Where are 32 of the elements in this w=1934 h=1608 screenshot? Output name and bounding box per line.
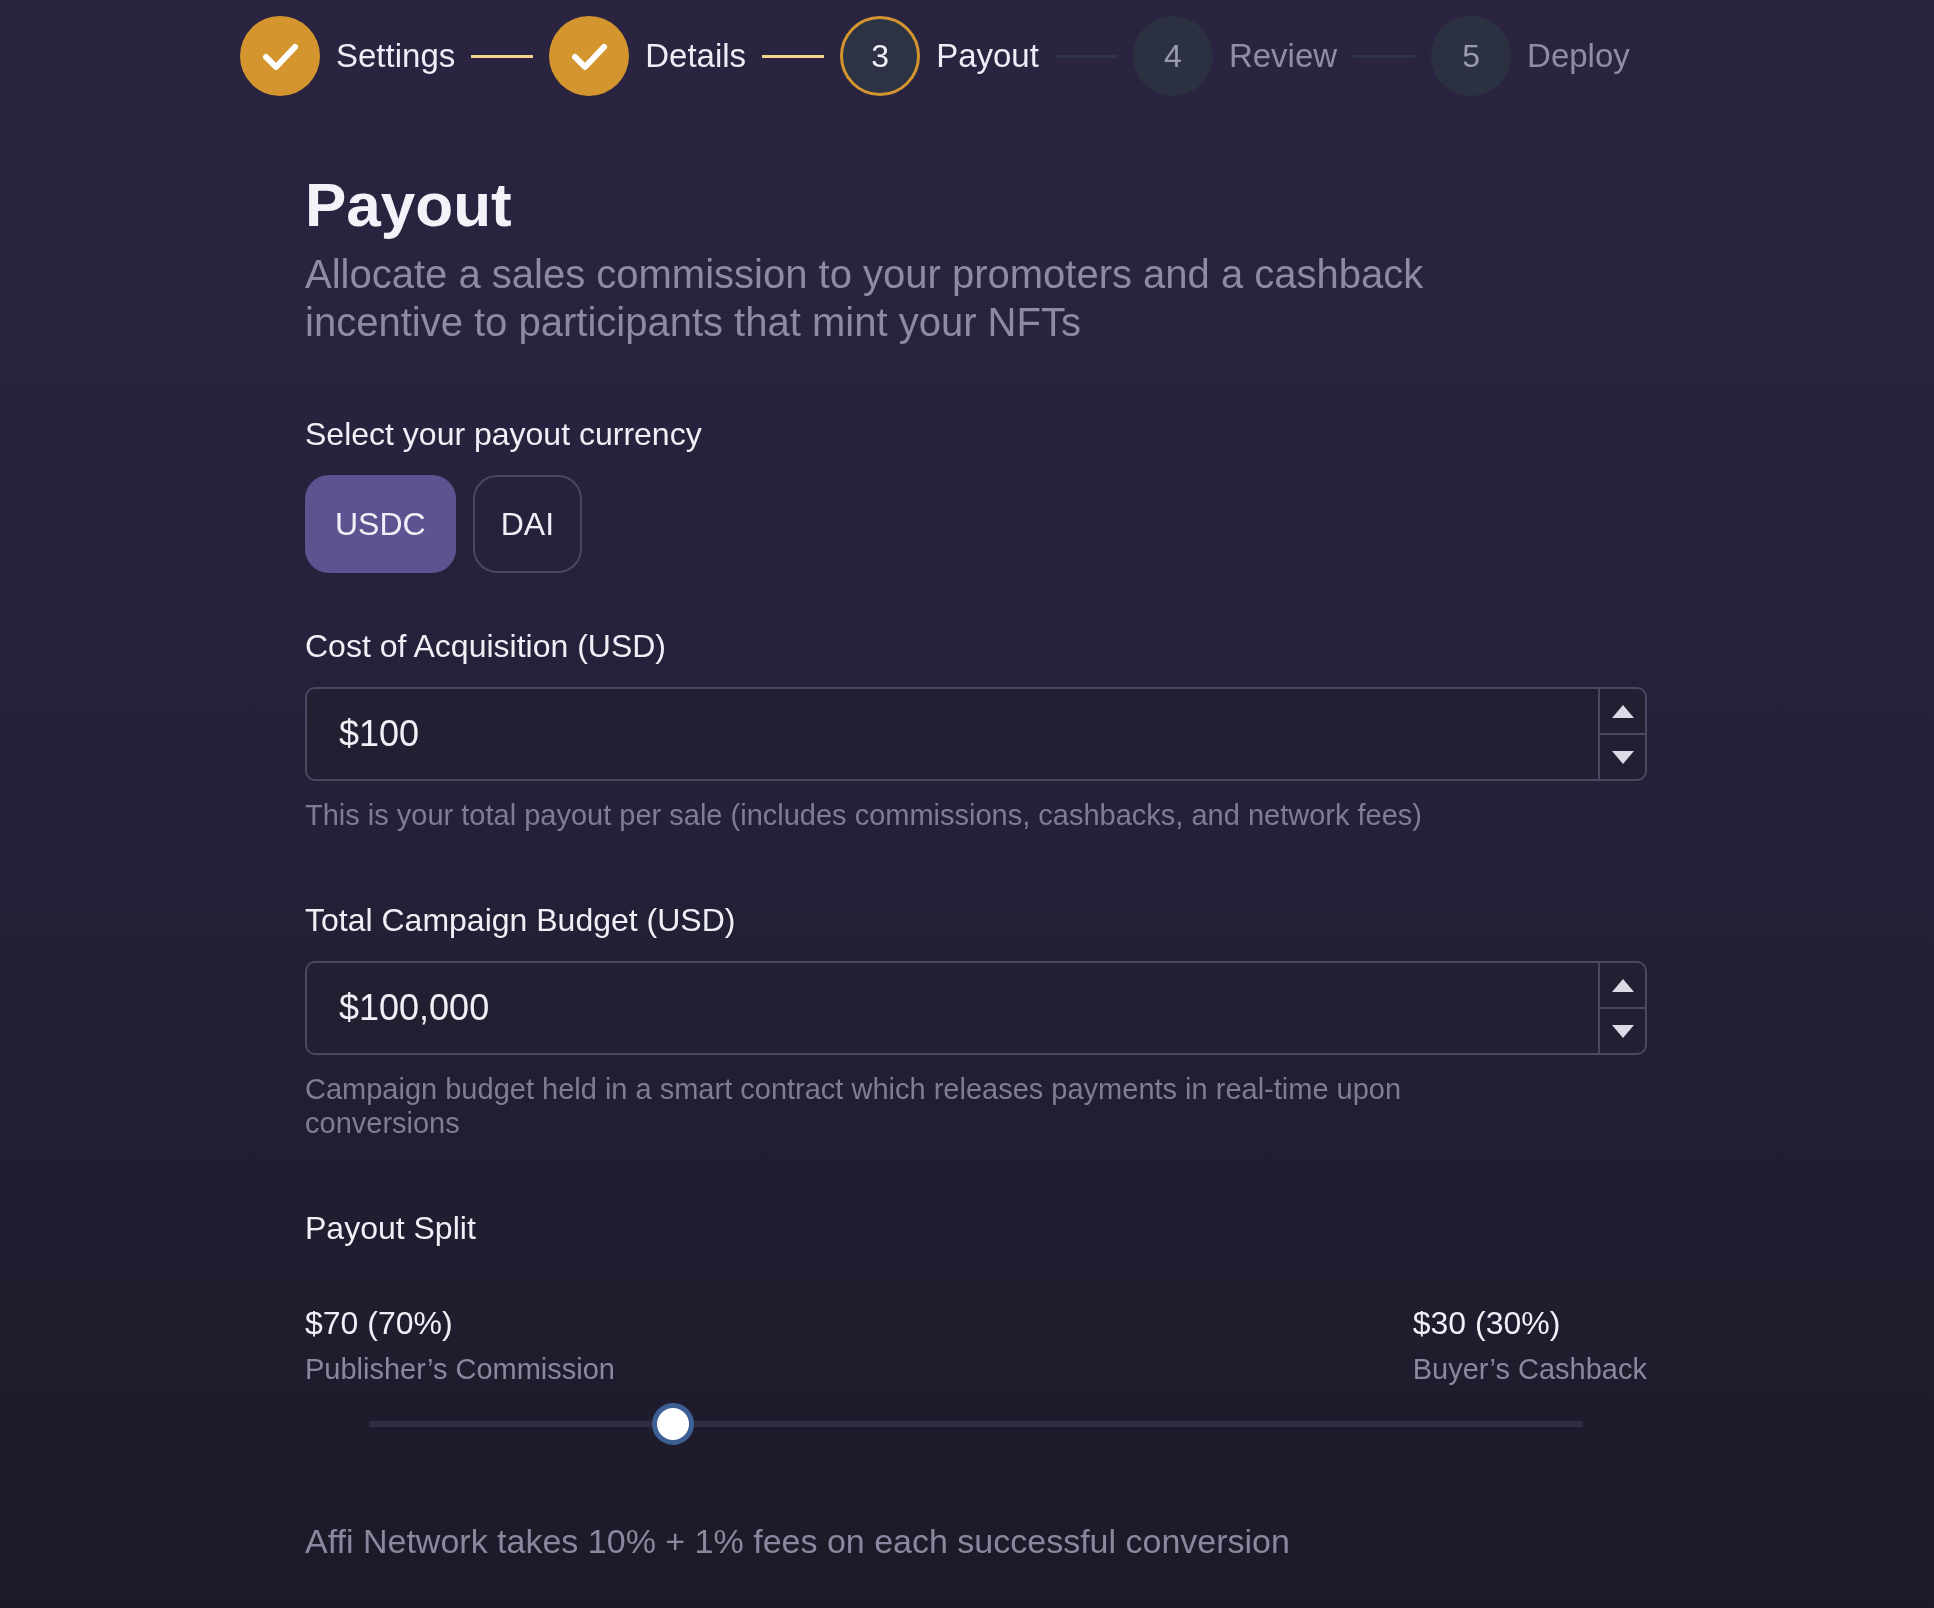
step-label: Payout [936,37,1039,75]
section-heading: Payout Split [305,1209,477,1248]
cashback-caption: Buyer’s Cashback [1412,1352,1647,1387]
commission-amount: $70 (70%) [305,1304,454,1343]
step-connector [471,54,534,58]
step-label: Details [645,37,747,75]
commission-caption: Publisher’s Commission [305,1352,615,1387]
caret-down-icon [1611,1024,1634,1038]
page-subtitle: Allocate a sales commission to your promoters and a cashback incentive to participants that mint your NFTs [305,251,1425,346]
caret-up-icon [1611,978,1634,992]
step-number: 3 [840,16,921,96]
step-label: Review [1228,37,1338,75]
step-number: 4 [1132,16,1213,96]
caret-up-icon [1611,704,1634,718]
number-input[interactable]: $100,000 [305,961,1598,1055]
step-label: Deploy [1527,37,1630,75]
step-connector [762,54,825,58]
field-help-text: Campaign budget held in a smart contract which releases payments in real-time upon conversions [305,1072,1403,1140]
field-label: Total Campaign Budget (USD) [305,901,737,940]
cashback-amount: $30 (30%) [1412,1304,1562,1343]
fee-note: Affi Network takes 10% + 1% fees on each successful conversion [305,1521,1291,1561]
page-title: Payout [305,169,513,241]
field-label: Cost of Acquisition (USD) [305,627,667,666]
caret-down-icon [1611,750,1634,764]
currency-option[interactable]: DAI [472,475,582,573]
currency-option[interactable]: USDC [305,475,456,573]
step-label: Settings [336,37,456,75]
step-number: 5 [1431,16,1512,96]
number-input[interactable]: $100 [305,687,1598,781]
slider-thumb[interactable] [651,1403,694,1445]
field-help-text: This is your total payout per sale (includes commissions, cashbacks, and network fees) [305,798,1423,832]
currency-label: Select your payout currency [305,415,703,454]
